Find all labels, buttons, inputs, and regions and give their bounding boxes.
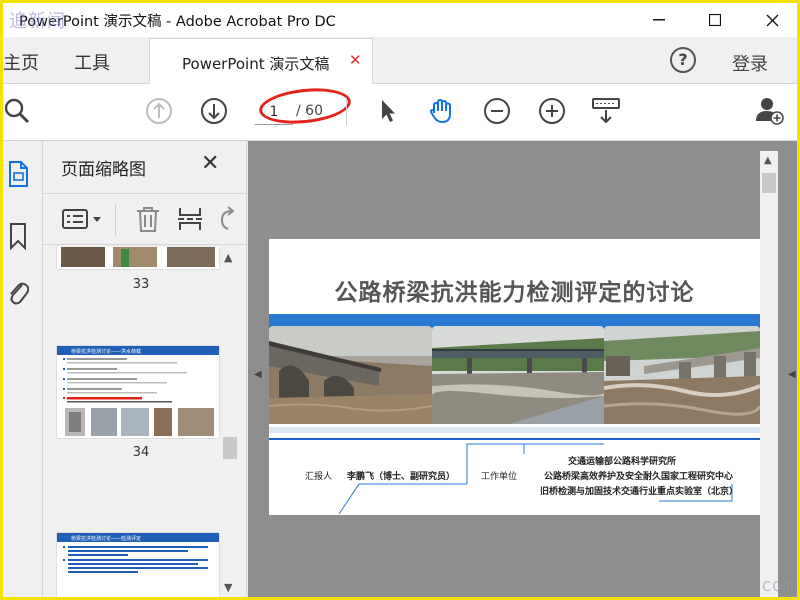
scrollbar-thumb[interactable] <box>223 437 237 459</box>
slide-title: 公路桥梁抗洪能力检测评定的讨论 <box>334 280 695 306</box>
hand-tool-icon[interactable] <box>426 96 456 126</box>
tab-document-label: PowerPoint 演示文稿 <box>182 55 330 73</box>
panel-toolbar-divider <box>115 204 116 236</box>
close-panel-icon[interactable]: ✕ <box>201 151 219 176</box>
unit-line-3: 旧桥检测与加固技术交通行业重点实验室（北京） <box>540 487 739 497</box>
navigation-rail <box>3 141 43 597</box>
document-view[interactable]: ◀ ◀ ▲ 公路桥梁抗洪能力检测评定的讨论 汇报人 李鹏飞（博士、副研究员） 工… <box>248 141 797 597</box>
page-thumbnail[interactable]: 桥梁抗洪检测讨论——检测评定 <box>57 533 219 597</box>
doc-scroll-up-icon[interactable]: ▲ <box>764 155 772 166</box>
attachment-icon[interactable] <box>5 278 31 308</box>
thumbnail-panel: 页面缩略图 ✕ 33 桥梁抗洪检测讨论——洪水荷载 34 桥梁抗洪检测讨论——检… <box>43 141 247 597</box>
title-bar: PowerPoint 演示文稿 - Adobe Acrobat Pro DC 追… <box>3 3 797 37</box>
thumbnail-scrollbar[interactable]: ▲ ▼ <box>221 247 239 597</box>
panel-toolbar <box>43 193 246 245</box>
tab-document[interactable]: PowerPoint 演示文稿 ✕ <box>149 38 373 85</box>
bridge-photo-2 <box>432 326 604 429</box>
close-window-button[interactable] <box>749 3 795 37</box>
panel-title: 页面缩略图 <box>61 160 146 180</box>
insert-page-icon[interactable] <box>176 204 204 234</box>
bridge-photo-3 <box>604 326 760 429</box>
collapse-left-panel-icon[interactable]: ◀ <box>254 369 262 380</box>
tab-bar: 主页 工具 PowerPoint 演示文稿 ✕ ? 登录 <box>3 37 797 85</box>
thumbnail-list[interactable]: 33 桥梁抗洪检测讨论——洪水荷载 34 桥梁抗洪检测讨论——检测评定 <box>43 247 223 597</box>
thumbnail-options-icon[interactable] <box>61 204 107 234</box>
toolbar-divider <box>346 98 347 126</box>
doc-scrollbar-thumb[interactable] <box>762 173 776 193</box>
login-button[interactable]: 登录 <box>732 50 768 76</box>
bookmark-icon[interactable] <box>5 221 31 251</box>
unit-line-2: 公路桥梁高效养护及安全耐久国家工程研究中心 <box>544 472 734 482</box>
maximize-button[interactable] <box>692 3 738 37</box>
watermark-bottom: com <box>761 575 794 596</box>
help-icon[interactable]: ? <box>670 47 696 73</box>
previous-page-icon[interactable] <box>144 96 174 126</box>
tab-home[interactable]: 主页 <box>3 49 39 75</box>
rotate-page-icon[interactable] <box>216 204 236 234</box>
reporter-name: 李鹏飞（博士、副研究员） <box>347 472 456 482</box>
unit-label: 工作单位 <box>481 472 518 482</box>
fit-page-icon[interactable] <box>591 96 621 126</box>
minimize-button[interactable] <box>636 3 682 37</box>
page-number-label: 33 <box>132 277 150 292</box>
svg-text:桥梁抗洪检测讨论——洪水荷载: 桥梁抗洪检测讨论——洪水荷载 <box>71 348 141 355</box>
toolbar: 1 / 60 <box>3 84 797 141</box>
close-tab-icon[interactable]: ✕ <box>349 51 362 69</box>
search-icon[interactable] <box>3 96 33 126</box>
zoom-out-icon[interactable] <box>482 96 512 126</box>
page-total: / 60 <box>296 103 323 119</box>
expand-right-panel-icon[interactable]: ◀ <box>788 369 796 380</box>
zoom-in-icon[interactable] <box>537 96 567 126</box>
delete-page-icon[interactable] <box>135 204 161 234</box>
scroll-up-icon[interactable]: ▲ <box>224 251 232 264</box>
app-window: PowerPoint 演示文稿 - Adobe Acrobat Pro DC 追… <box>0 0 800 600</box>
page-thumbnail[interactable] <box>57 247 219 269</box>
svg-text:桥梁抗洪检测讨论——检测评定: 桥梁抗洪检测讨论——检测评定 <box>71 535 141 542</box>
page-number-input[interactable]: 1 <box>255 99 293 125</box>
page-thumbnails-icon[interactable] <box>5 159 31 189</box>
page-thumbnail[interactable]: 桥梁抗洪检测讨论——洪水荷载 <box>57 346 219 438</box>
scroll-down-icon[interactable]: ▼ <box>224 581 232 594</box>
bridge-photo-1 <box>269 326 432 429</box>
add-user-icon[interactable] <box>755 96 785 126</box>
document-scrollbar[interactable]: ▲ <box>760 151 778 597</box>
next-page-icon[interactable] <box>199 96 229 126</box>
select-arrow-icon[interactable] <box>373 96 403 126</box>
reporter-label: 汇报人 <box>305 472 333 482</box>
window-title: PowerPoint 演示文稿 - Adobe Acrobat Pro DC <box>19 14 336 30</box>
page-number-label: 34 <box>132 445 150 460</box>
unit-line-1: 交通运输部公路科学研究所 <box>568 457 677 467</box>
slide-page: 公路桥梁抗洪能力检测评定的讨论 汇报人 李鹏飞（博士、副研究员） 工作单位 交通… <box>269 239 760 515</box>
tab-tools[interactable]: 工具 <box>74 49 110 75</box>
